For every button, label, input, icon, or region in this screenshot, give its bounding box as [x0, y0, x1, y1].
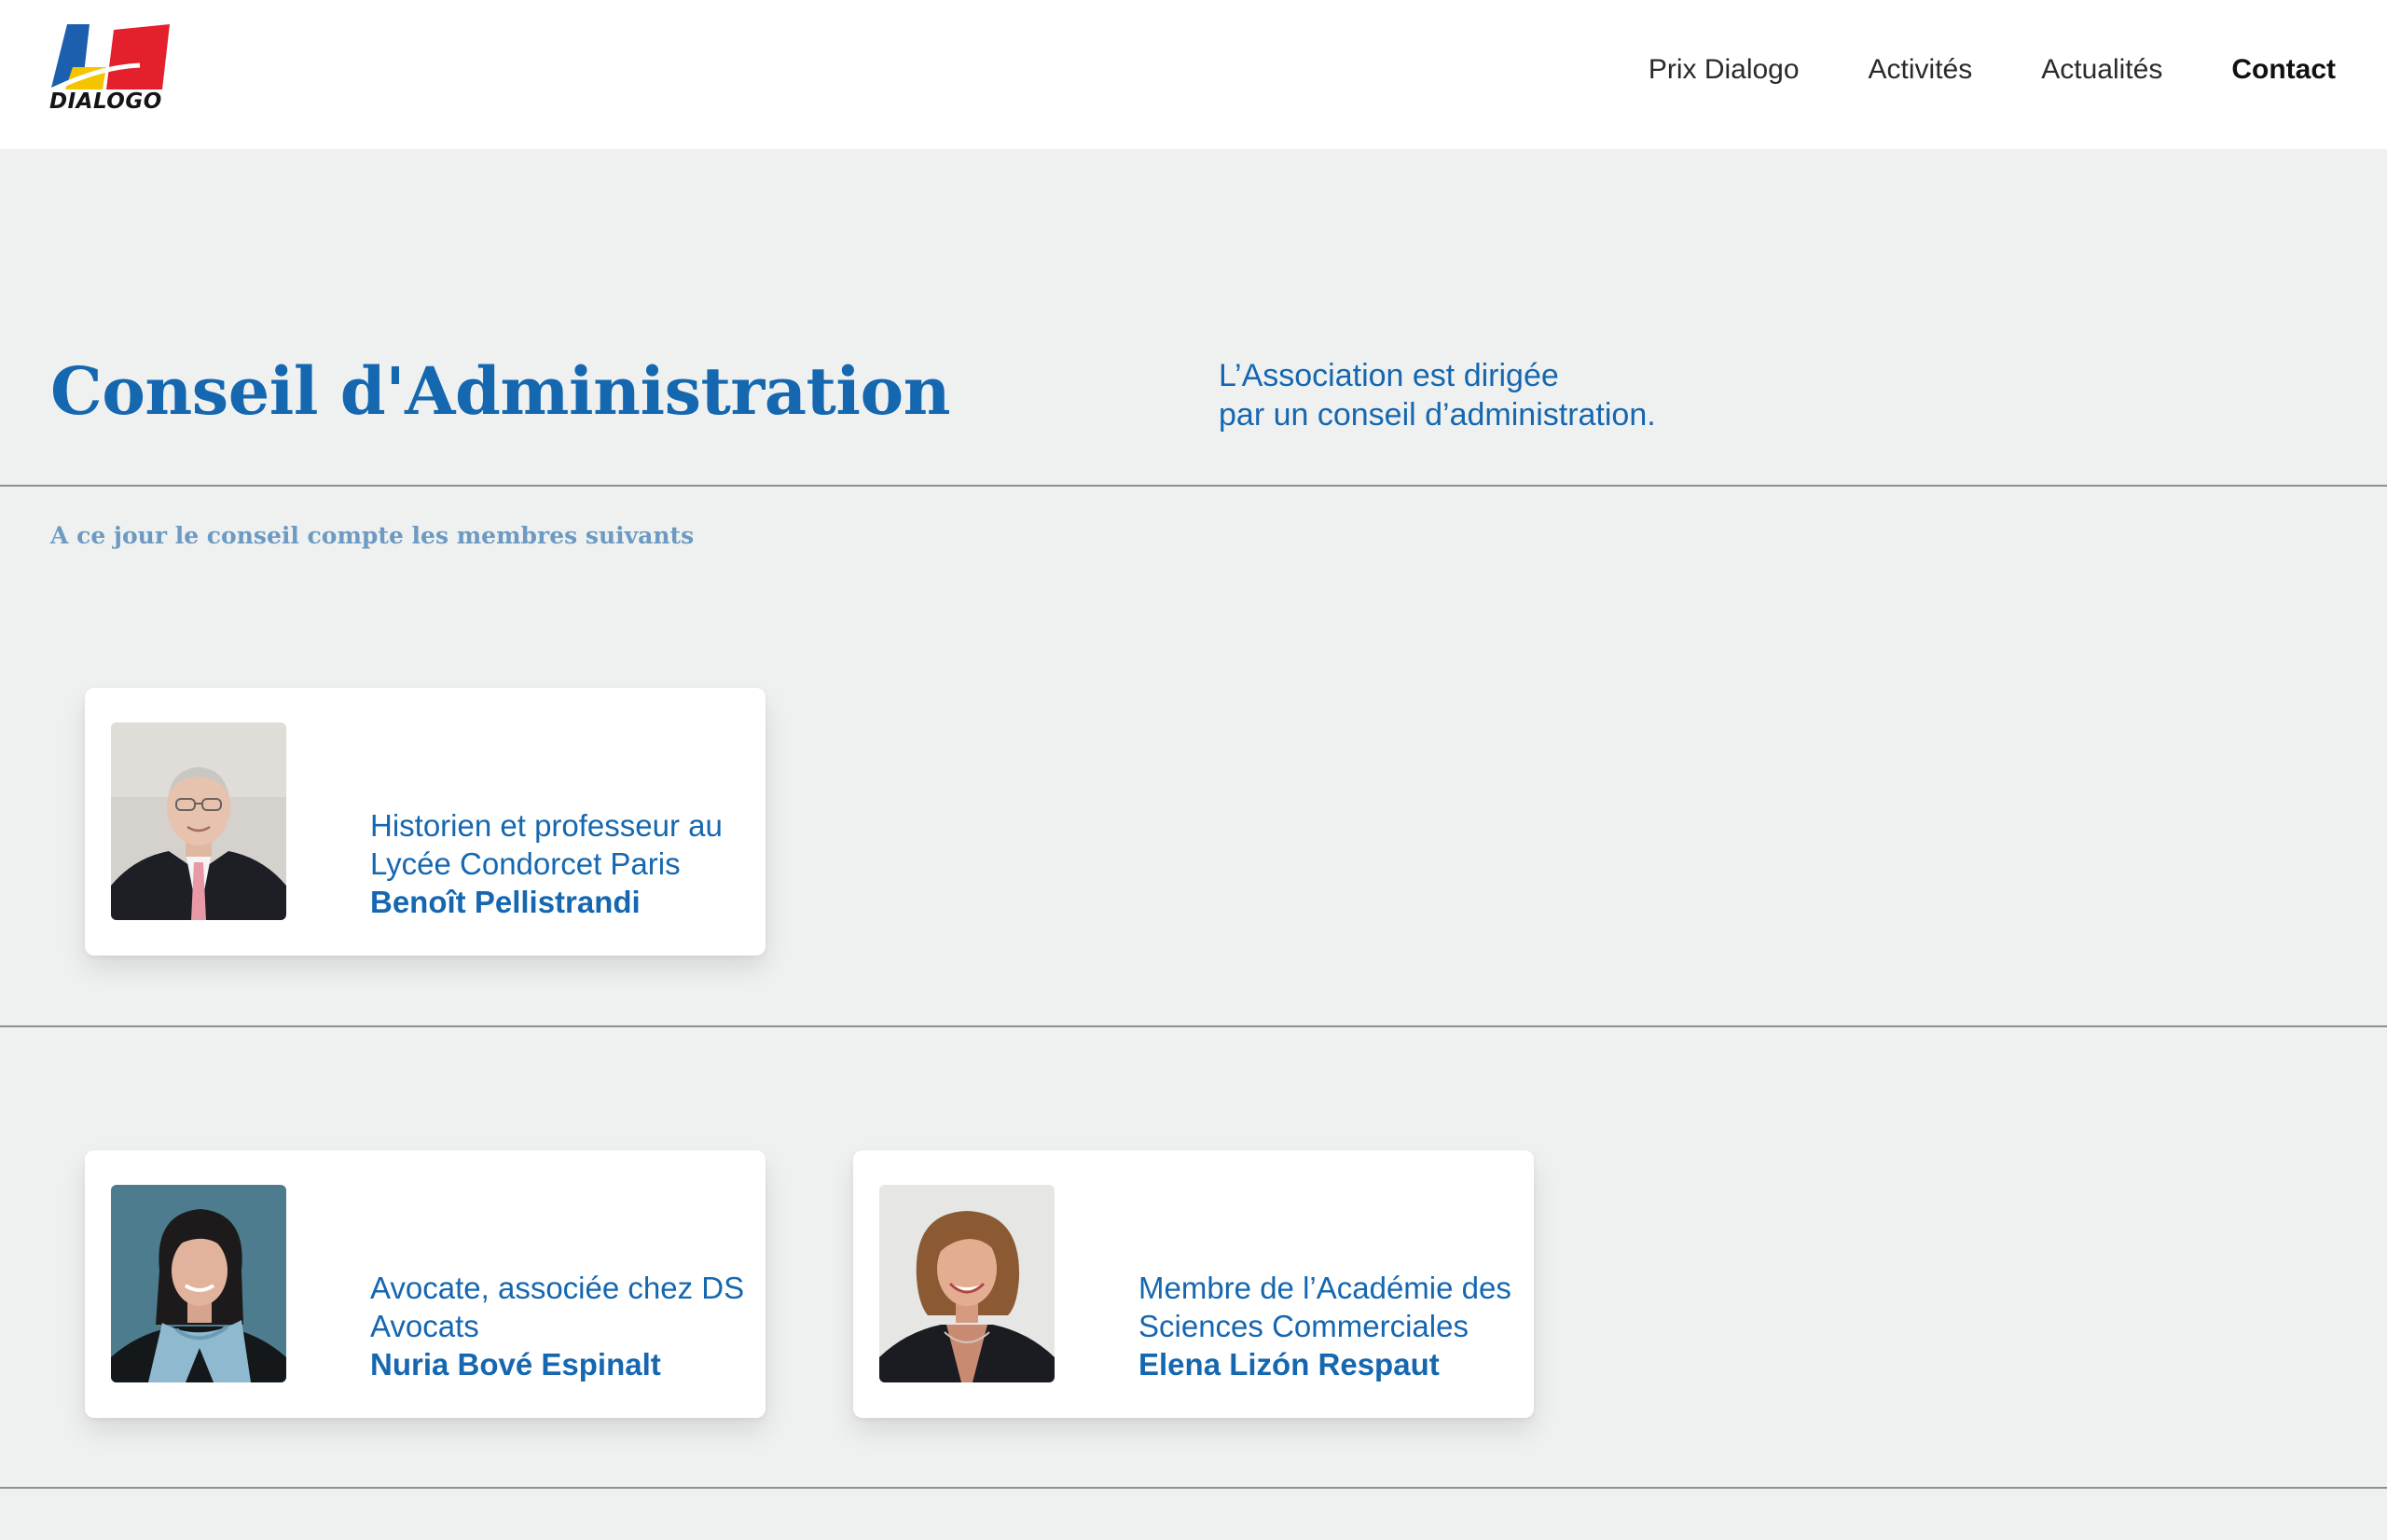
- member-name: Benoît Pellistrandi: [370, 885, 641, 919]
- nav-actualites[interactable]: Actualités: [2041, 54, 2162, 86]
- logo-wordmark: DIALOGO: [49, 89, 162, 114]
- portrait-woman-scarf-icon: [111, 1185, 286, 1382]
- section-divider: [0, 485, 2387, 487]
- member-role: Historien et professeur au Lycée Condorc…: [370, 808, 723, 881]
- member-photo: [879, 1185, 1055, 1382]
- intro-line-2: par un conseil d’administration.: [1219, 397, 1656, 433]
- member-role: Membre de l’Académie des Sciences Commer…: [1138, 1271, 1511, 1343]
- member-info: Avocate, associée chez DS Avocats Nuria …: [370, 1269, 752, 1383]
- page-intro: L’Association est dirigée par un conseil…: [1219, 356, 1656, 434]
- section-divider: [0, 1487, 2387, 1489]
- intro-line-1: L’Association est dirigée: [1219, 358, 1559, 393]
- nav-prix-dialogo[interactable]: Prix Dialogo: [1649, 54, 1800, 86]
- member-card: Historien et professeur au Lycée Condorc…: [85, 688, 766, 956]
- member-info: Historien et professeur au Lycée Condorc…: [370, 806, 752, 921]
- page-title: Conseil d'Administration: [50, 352, 951, 430]
- member-role: Avocate, associée chez DS Avocats: [370, 1271, 745, 1343]
- nav-contact[interactable]: Contact: [2231, 54, 2336, 86]
- member-card: Avocate, associée chez DS Avocats Nuria …: [85, 1150, 766, 1418]
- site-header: DIALOGO Prix Dialogo Activités Actualité…: [0, 0, 2387, 149]
- member-info: Membre de l’Académie des Sciences Commer…: [1138, 1269, 1521, 1383]
- member-photo: [111, 1185, 286, 1382]
- member-photo: [111, 722, 286, 920]
- section-divider: [0, 1025, 2387, 1027]
- portrait-woman-smiling-icon: [879, 1185, 1055, 1382]
- portrait-man-glasses-icon: [111, 722, 286, 920]
- members-subtitle: A ce jour le conseil compte les membres …: [50, 522, 695, 549]
- nav-activites[interactable]: Activités: [1869, 54, 1973, 86]
- member-name: Nuria Bové Espinalt: [370, 1347, 661, 1382]
- main-nav: Prix Dialogo Activités Actualités Contac…: [1649, 54, 2336, 86]
- member-name: Elena Lizón Respaut: [1138, 1347, 1440, 1382]
- member-card: Membre de l’Académie des Sciences Commer…: [853, 1150, 1534, 1418]
